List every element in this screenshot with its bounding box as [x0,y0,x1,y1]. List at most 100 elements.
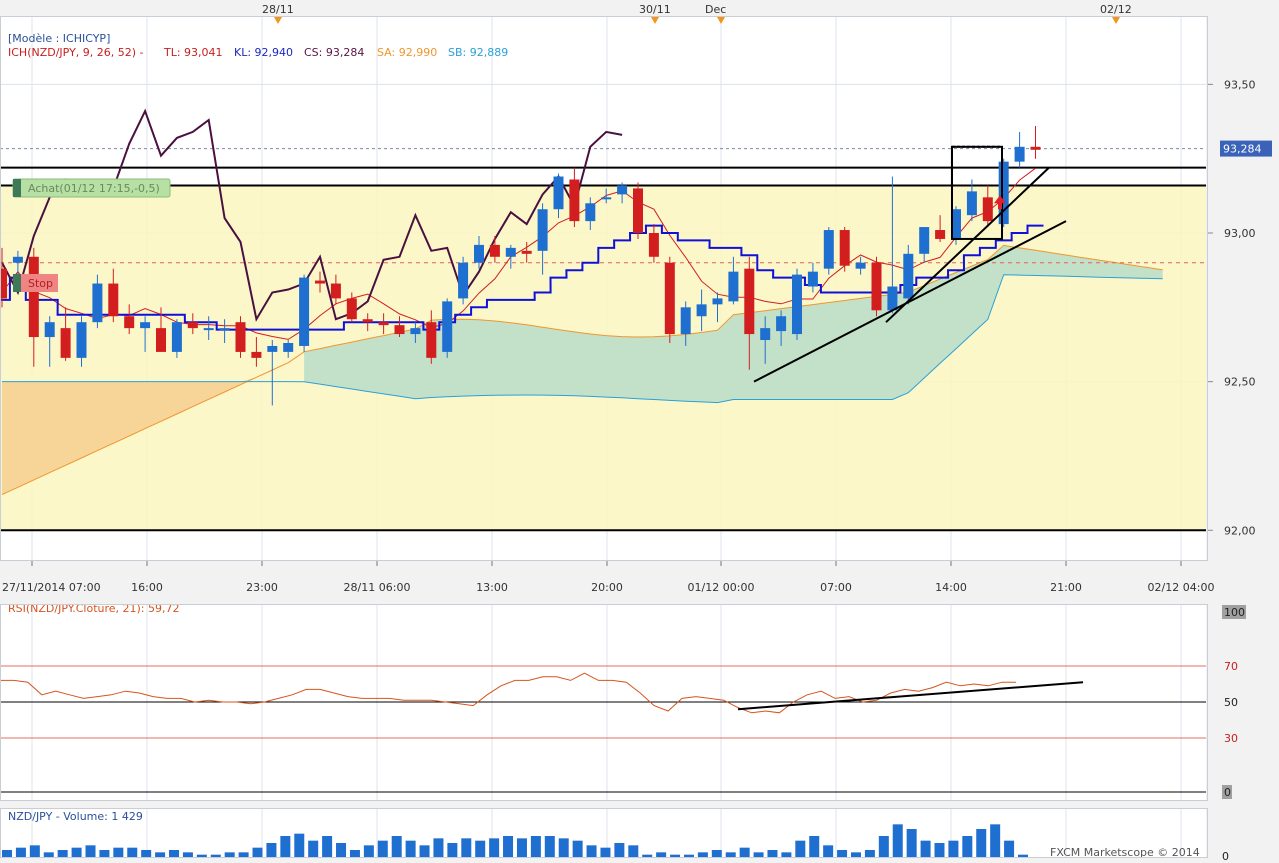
rsi-axis-label: 30 [1224,732,1238,745]
volume-axis-zero: 0 [1222,850,1229,860]
volume-bar [43,852,54,857]
time-tick-label: 27/11/2014 07:00 [2,581,101,594]
volume-axis [1208,808,1277,857]
candle-bearish [108,283,119,317]
volume-bar [795,840,806,857]
candle-bullish [553,176,564,210]
candle-bullish [92,283,103,323]
candle-bullish [807,271,818,287]
candle-bullish [410,328,421,335]
volume-bar [155,852,166,857]
volume-bar [1018,854,1028,857]
volume-bar [544,836,555,857]
candle-bullish [458,262,469,299]
volume-bar [1004,840,1015,857]
candle-bullish [792,274,802,335]
price-tick-label: 93,50 [1224,78,1256,91]
volume-bar [280,836,291,857]
volume-bar [57,850,68,857]
candle-bullish [44,322,55,338]
volume-bar [864,850,875,857]
volume-bar [683,854,694,857]
candle-bullish [219,328,230,331]
candle-bullish [728,271,739,302]
time-tick-label: 21:00 [1050,581,1082,594]
candle-bearish [60,328,71,358]
candle-bullish [76,322,87,358]
candle-bearish [648,233,659,257]
volume-bar [29,845,40,857]
volume-bar [837,850,848,857]
chart-root: 93,50 93,00 92,50 92,00 93,284 28/11 30/11 Dec 0… [0,0,1279,863]
candle-bearish [1030,146,1041,150]
current-price-label: 93,284 [1223,143,1262,156]
top-date-label: 02/12 [1100,3,1132,16]
candle-bearish [394,325,405,335]
volume-label: NZD/JPY - Volume: 1 429 [8,810,143,823]
indicator-value-sb: SB: 92,889 [448,46,508,59]
volume-bar [725,852,736,857]
candle-bearish [346,298,357,320]
volume-bar [322,836,333,857]
volume-bar [516,838,527,857]
indicator-value-indicator_name: ICH(NZD/JPY, 9, 26, 52) - [8,46,144,59]
rsi-axis-label: 0 [1224,786,1231,799]
candle-bullish [760,328,771,341]
volume-bar [391,836,402,857]
price-tick-label: 93,00 [1224,227,1256,240]
candle-bearish [0,268,7,299]
volume-bar [196,854,207,857]
candle-bullish [887,286,898,311]
candle-bullish [823,230,834,269]
candle-bearish [362,319,373,323]
time-tick-label: 23:00 [246,581,278,594]
stop-order-label: Stop [28,277,53,290]
volume-bar [419,845,430,857]
volume-bar [113,847,124,857]
volume-bar [336,843,347,857]
candle-bullish [855,262,866,269]
volume-bar [530,836,541,857]
buy-order-tag-handle[interactable] [13,179,21,197]
volume-bar [363,845,374,857]
volume-bar [572,840,583,857]
candle-bearish [378,322,389,326]
volume-bar [85,845,96,857]
time-tick-label: 01/12 00:00 [688,581,755,594]
volume-bar [892,824,903,857]
candle-bearish [235,322,246,352]
top-date-label: 30/11 [639,3,671,16]
candle-bearish [330,283,341,299]
volume-bar [238,852,249,857]
candle-bullish [283,342,294,352]
volume-bar [976,829,987,857]
candle-bullish [537,209,548,251]
indicator-value-sa: SA: 92,990 [377,46,437,59]
volume-bar [433,838,444,857]
volume-bar [642,854,653,857]
volume-bar [377,840,388,857]
volume-bar [294,833,305,857]
candle-bullish [903,253,914,299]
candle-bearish [156,328,166,352]
volume-bar [781,852,792,857]
stop-order-tag-handle[interactable] [13,274,21,292]
volume-bar [878,836,889,857]
candle-bullish [966,191,977,216]
volume-bar [823,845,834,857]
rsi-label: RSI(NZD/JPY.Cloture, 21): 59,72 [8,602,180,615]
candle-bearish [569,179,580,222]
candle-bullish [617,185,628,195]
volume-bar [182,852,193,857]
volume-bar [809,836,820,857]
candle-bullish [12,256,23,263]
volume-bar [586,845,597,857]
rsi-axis [1208,604,1277,800]
candle-bullish [919,227,930,254]
candle-bullish [203,328,214,331]
candle-bearish [982,197,993,222]
volume-bar [461,838,472,857]
candle-bullish [1014,146,1025,162]
rsi-axis-label: 70 [1224,660,1238,673]
candle-bearish [521,250,532,254]
